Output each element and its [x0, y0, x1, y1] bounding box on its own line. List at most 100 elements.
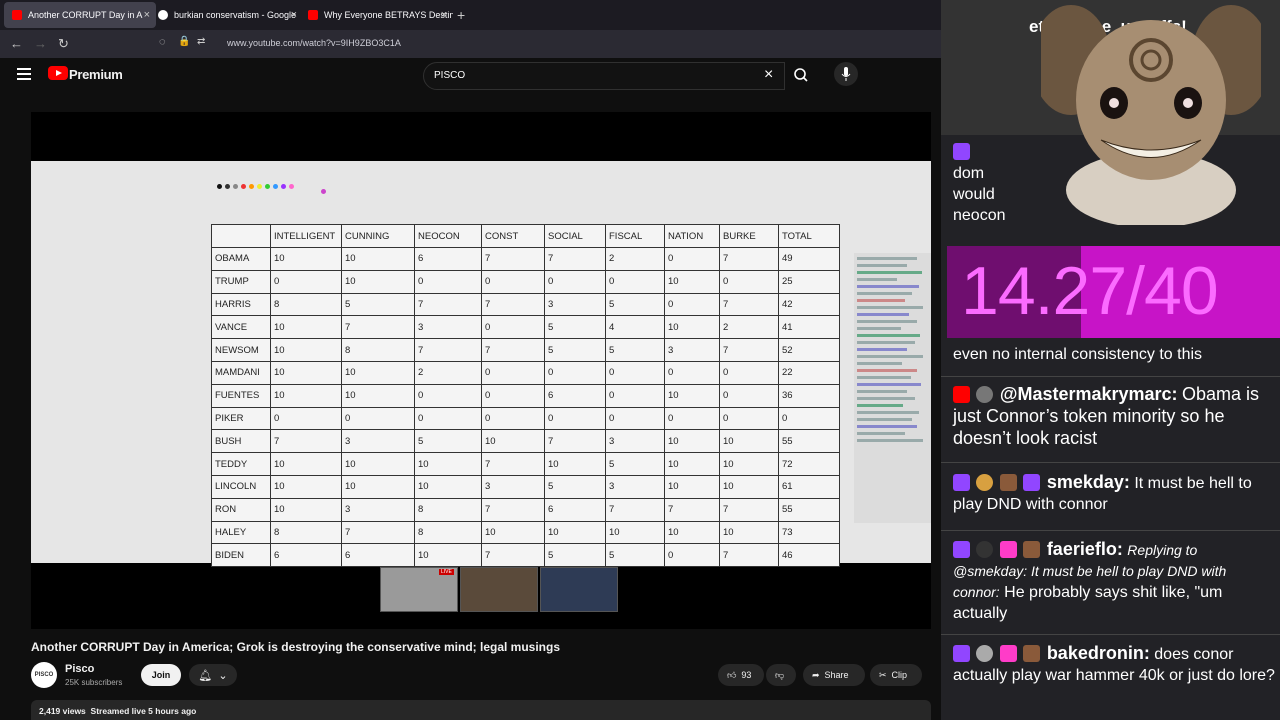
close-tab-icon[interactable]: × — [144, 9, 150, 21]
table-cell: 10 — [481, 520, 545, 545]
table-cell: 7 — [719, 497, 779, 522]
new-tab-icon[interactable]: + — [457, 7, 465, 23]
whiteboard-screen: INTELLIGENT CUNNING NEOCON CONST SOCIAL FISCA… — [31, 161, 931, 568]
table-row: TEDDY 10 10 10 7 10 5 10 10 72 — [211, 452, 840, 476]
user-avatar-icon — [976, 541, 994, 558]
bell-icon: 🔔︎ — [198, 669, 213, 682]
table-cell: 7 — [414, 338, 482, 362]
live-badge: LIVE — [439, 569, 454, 575]
table-cell: 0 — [481, 315, 545, 340]
share-button[interactable]: ➦ Share — [803, 664, 865, 686]
permissions-icon[interactable]: ⇄ — [197, 36, 205, 47]
webcam-thumbnail[interactable] — [460, 567, 538, 612]
youtube-logo-icon[interactable] — [48, 66, 68, 80]
youtube-icon — [953, 386, 970, 403]
table-cell: 10 — [719, 452, 779, 476]
table-cell: 7 — [414, 292, 482, 317]
table-cell: 0 — [481, 269, 545, 294]
close-tab-icon[interactable]: × — [291, 9, 297, 21]
scissors-icon: ✂ — [879, 669, 887, 680]
screen-thumbnail[interactable]: LIVE — [380, 567, 458, 612]
table-cell: 52 — [778, 338, 840, 362]
table-row: LINCOLN 10 10 10 3 5 3 10 10 61 — [211, 474, 840, 499]
clear-search-icon[interactable]: × — [764, 66, 773, 84]
user-avatar-icon — [976, 474, 994, 491]
table-cell: 2 — [605, 247, 665, 271]
table-cell: 0 — [605, 269, 665, 294]
row-label: TRUMP — [211, 269, 271, 294]
clip-button[interactable]: ✂ Clip — [870, 664, 922, 686]
table-cell: 5 — [605, 338, 665, 362]
table-cell: 7 — [481, 543, 545, 568]
table-cell: 0 — [544, 269, 606, 294]
table-row: OBAMA 10 10 6 7 7 2 0 7 49 — [211, 247, 840, 271]
tab-title: Why Everyone BETRAYS Destiny — [324, 10, 453, 20]
table-cell: 10 — [544, 520, 606, 545]
table-cell: 10 — [270, 383, 342, 408]
chat-text: dom — [953, 165, 985, 182]
table-cell: 7 — [719, 292, 779, 317]
search-icon[interactable] — [784, 62, 818, 90]
dislike-button[interactable]: 👎︎ — [766, 664, 796, 686]
webcam-thumbnail[interactable] — [540, 567, 618, 612]
microphone-icon[interactable] — [834, 62, 858, 86]
reload-icon[interactable]: ↻ — [58, 36, 69, 52]
table-cell: 10 — [481, 429, 545, 454]
like-button[interactable]: 👍︎ 93 — [718, 664, 764, 686]
score-table: INTELLIGENT CUNNING NEOCON CONST SOCIAL FISCA… — [211, 224, 840, 568]
table-cell: 0 — [664, 292, 720, 317]
forward-icon[interactable]: → — [34, 36, 47, 51]
table-cell: NATION — [664, 224, 720, 248]
browser-tab[interactable]: burkian conservatism - Google × — [152, 2, 303, 28]
table-cell: 8 — [341, 338, 415, 362]
table-cell: 10 — [341, 383, 415, 408]
table-cell: 10 — [605, 520, 665, 545]
channel-avatar[interactable]: PISCO — [31, 662, 57, 688]
table-cell: 0 — [341, 406, 415, 431]
badge-icon — [999, 474, 1017, 491]
premium-logo-text[interactable]: Premium — [69, 67, 123, 82]
youtube-header: Premium PISCO × — [0, 58, 940, 98]
description-box[interactable]: 2,419 views Streamed live 5 hours ago — [31, 700, 931, 720]
close-tab-icon[interactable]: × — [441, 9, 447, 21]
table-cell: 36 — [778, 383, 840, 408]
row-label: NEWSOM — [211, 338, 271, 362]
table-cell: 55 — [778, 429, 840, 454]
table-cell: 0 — [544, 360, 606, 385]
video-player[interactable]: INTELLIGENT CUNNING NEOCON CONST SOCIAL FISCA… — [31, 112, 931, 629]
search-box[interactable]: PISCO × — [423, 62, 785, 90]
table-cell: 7 — [544, 429, 606, 454]
chat-text: would — [953, 186, 995, 203]
url-field[interactable]: www.youtube.com/watch?v=9IH9ZBO3C1A — [227, 38, 401, 48]
lock-icon[interactable]: 🔒 — [178, 36, 190, 47]
chat-overlay: etal_slime_usa: ffs! dom would neocon 14… — [941, 0, 1280, 720]
row-label: MAMDANI — [211, 360, 271, 385]
browser-tab[interactable]: Why Everyone BETRAYS Destiny × — [302, 2, 453, 28]
share-label: Share — [824, 670, 849, 680]
shield-icon[interactable]: ◌ — [159, 36, 166, 48]
youtube-favicon-icon — [308, 10, 318, 20]
notifications-button[interactable]: 🔔︎ ⌄ — [189, 664, 237, 686]
gem-icon — [999, 541, 1017, 558]
twitch-icon — [953, 645, 970, 662]
table-cell: 8 — [270, 292, 342, 317]
table-cell: 49 — [778, 247, 840, 271]
table-cell: 0 — [481, 406, 545, 431]
menu-icon[interactable] — [17, 68, 31, 80]
drawing-toolbar — [31, 161, 931, 211]
back-icon[interactable]: ← — [10, 36, 23, 51]
table-cell: 5 — [341, 292, 415, 317]
clip-label: Clip — [891, 670, 908, 680]
moth-mascot-image — [1041, 5, 1261, 225]
table-cell: 6 — [341, 543, 415, 568]
search-input[interactable]: PISCO — [434, 70, 465, 81]
table-cell: 7 — [481, 452, 545, 476]
join-button[interactable]: Join — [141, 664, 181, 686]
browser-tab-active[interactable]: Another CORRUPT Day in A × — [4, 2, 156, 28]
table-cell: 3 — [605, 474, 665, 499]
table-cell: 10 — [664, 315, 720, 340]
table-cell: 0 — [544, 406, 606, 431]
table-cell: 5 — [605, 543, 665, 568]
twitch-icon — [953, 474, 970, 491]
channel-name[interactable]: Pisco — [65, 663, 94, 675]
